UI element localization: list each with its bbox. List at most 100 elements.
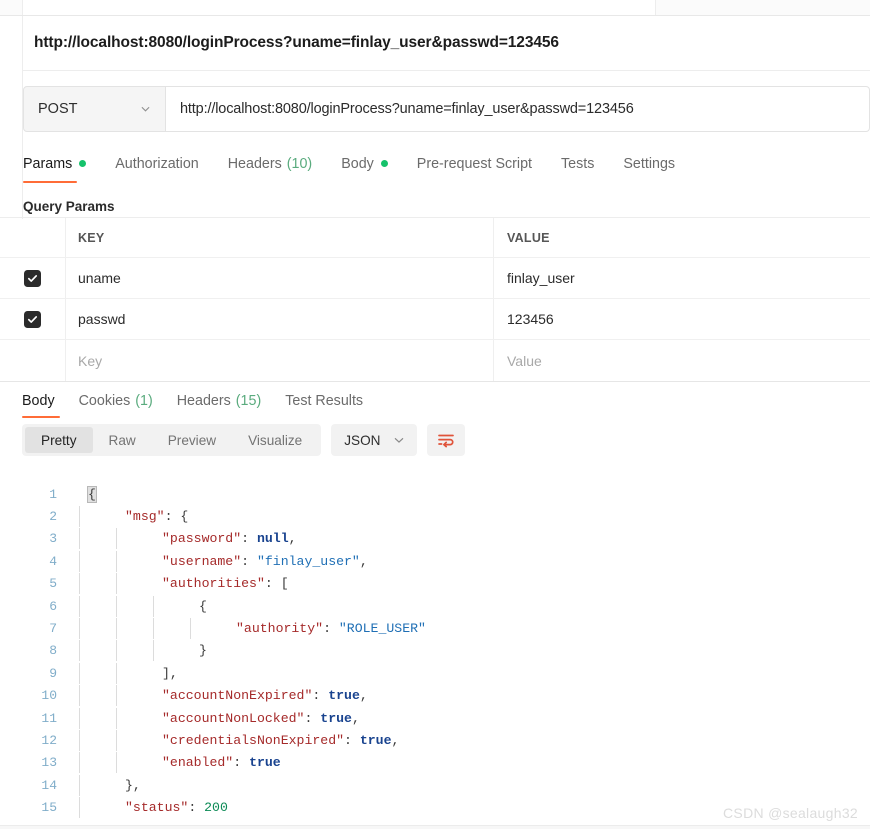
indent-guide bbox=[79, 685, 80, 707]
code-token: "credentialsNonExpired" bbox=[162, 732, 345, 748]
code-token: : bbox=[312, 688, 329, 704]
indent-guide bbox=[116, 618, 117, 640]
word-wrap-icon[interactable] bbox=[426, 424, 465, 456]
code-line: 4 "username": "finlay_user", bbox=[0, 550, 870, 572]
code-text: "msg": { bbox=[70, 506, 189, 528]
response-tab-headers-count: (15) bbox=[235, 392, 262, 409]
tab-body[interactable]: Body bbox=[341, 148, 403, 179]
param-value-placeholder[interactable]: Value bbox=[494, 340, 870, 381]
code-text: "status": 200 bbox=[70, 797, 228, 819]
code-token: "accountNonLocked" bbox=[162, 710, 305, 726]
indent-guide bbox=[79, 707, 80, 729]
response-tab-cookies[interactable]: Cookies (1) bbox=[79, 382, 153, 419]
params-modified-dot bbox=[79, 160, 87, 167]
view-mode-pretty[interactable]: Pretty bbox=[25, 427, 93, 453]
response-format-dropdown[interactable]: JSON bbox=[331, 424, 417, 456]
code-text: "credentialsNonExpired": true, bbox=[70, 729, 399, 751]
code-text: "enabled": true bbox=[70, 752, 281, 774]
code-token: "authority" bbox=[236, 621, 324, 637]
line-number: 2 bbox=[49, 509, 57, 525]
indent-guide bbox=[116, 573, 117, 595]
line-number: 5 bbox=[49, 576, 57, 592]
indent-guide bbox=[116, 595, 117, 617]
url-bar: POST http://localhost:8080/loginProcess?… bbox=[23, 86, 870, 132]
code-token: : bbox=[304, 710, 321, 726]
param-key-placeholder[interactable]: Key bbox=[66, 340, 494, 381]
indent-guide bbox=[153, 640, 154, 662]
code-token: "accountNonExpired" bbox=[162, 688, 313, 704]
response-tab-body[interactable]: Body bbox=[22, 382, 60, 419]
checkbox-checked-icon[interactable] bbox=[24, 269, 41, 287]
indent-guide bbox=[153, 618, 154, 640]
line-number: 1 bbox=[49, 486, 57, 502]
checkbox-checked-icon[interactable] bbox=[24, 310, 41, 328]
tab-tests[interactable]: Tests bbox=[561, 148, 609, 179]
view-mode-visualize[interactable]: Visualize bbox=[232, 427, 318, 453]
code-text: { bbox=[70, 595, 207, 617]
row-checkbox-cell[interactable] bbox=[0, 258, 66, 298]
indent-guide bbox=[79, 729, 80, 751]
code-token: , bbox=[351, 710, 360, 726]
view-mode-raw[interactable]: Raw bbox=[93, 427, 152, 453]
code-line: 3 "password": null, bbox=[0, 528, 870, 550]
http-method-dropdown[interactable]: POST bbox=[23, 86, 166, 132]
active-request-tab[interactable] bbox=[22, 0, 656, 15]
url-input[interactable]: http://localhost:8080/loginProcess?uname… bbox=[166, 86, 870, 132]
indent-guide bbox=[116, 685, 117, 707]
response-tab-test-results[interactable]: Test Results bbox=[285, 382, 363, 419]
code-token: : bbox=[241, 531, 257, 547]
code-token: "finlay_user" bbox=[256, 553, 360, 569]
code-text: "authorities": [ bbox=[70, 573, 289, 595]
column-header-key: KEY bbox=[66, 218, 494, 257]
code-token: true bbox=[320, 710, 352, 726]
param-key[interactable]: passwd bbox=[66, 299, 494, 339]
tab-headers[interactable]: Headers (10) bbox=[228, 148, 327, 179]
code-token: true bbox=[328, 688, 360, 704]
tab-params[interactable]: Params bbox=[23, 148, 101, 183]
response-tab-body-label: Body bbox=[22, 392, 55, 409]
tab-authorization[interactable]: Authorization bbox=[115, 148, 213, 179]
line-number: 12 bbox=[41, 732, 57, 748]
header-checkbox-cell bbox=[0, 218, 66, 257]
view-mode-preview[interactable]: Preview bbox=[152, 427, 232, 453]
tab-settings[interactable]: Settings bbox=[623, 148, 690, 179]
code-token: null bbox=[256, 531, 289, 547]
query-params-table: KEY VALUE uname finlay_user passwd 12345… bbox=[0, 217, 870, 382]
code-token: "msg" bbox=[125, 509, 165, 525]
code-token: : bbox=[323, 621, 339, 637]
code-token: "username" bbox=[162, 553, 242, 569]
code-token: : bbox=[233, 755, 250, 771]
code-token: "password" bbox=[162, 531, 242, 547]
tab-pre-request-script[interactable]: Pre-request Script bbox=[417, 148, 547, 179]
table-row-empty[interactable]: Key Value bbox=[0, 340, 870, 381]
row-checkbox-cell[interactable] bbox=[0, 299, 66, 339]
query-params-title: Query Params bbox=[23, 198, 115, 214]
table-row[interactable]: passwd 123456 bbox=[0, 299, 870, 340]
param-value[interactable]: 123456 bbox=[494, 299, 870, 339]
indent-guide bbox=[153, 595, 154, 617]
line-number: 6 bbox=[49, 598, 57, 614]
indent-guide bbox=[79, 595, 80, 617]
response-tab-headers-label: Headers bbox=[176, 392, 231, 409]
response-tab-headers[interactable]: Headers (15) bbox=[177, 382, 261, 419]
line-number: 10 bbox=[41, 688, 57, 704]
response-body-code[interactable]: 1 {2 "msg": {3 "password": null, 4 "username"… bbox=[0, 483, 870, 829]
code-token: , bbox=[359, 688, 368, 704]
code-token: { bbox=[180, 509, 189, 525]
postman-window: http://localhost:8080/loginProcess?uname… bbox=[0, 0, 870, 829]
response-toolbar: Pretty Raw Preview Visualize JSON bbox=[0, 419, 870, 461]
code-token: : bbox=[188, 800, 205, 816]
code-line: 6{ bbox=[0, 595, 870, 617]
param-value[interactable]: finlay_user bbox=[494, 258, 870, 298]
indent-guide bbox=[116, 528, 117, 550]
row-checkbox-cell-empty[interactable] bbox=[0, 340, 66, 381]
table-row[interactable]: uname finlay_user bbox=[0, 258, 870, 299]
code-line: 11 "accountNonLocked": true, bbox=[0, 707, 870, 729]
indent-guide bbox=[79, 640, 80, 662]
indent-guide bbox=[79, 573, 80, 595]
code-text: } bbox=[70, 640, 207, 662]
param-key[interactable]: uname bbox=[66, 258, 494, 298]
indent-guide bbox=[79, 528, 80, 550]
code-text: }, bbox=[70, 774, 141, 796]
response-tabs: Body Cookies (1) Headers (15) Test Resul… bbox=[0, 382, 870, 419]
